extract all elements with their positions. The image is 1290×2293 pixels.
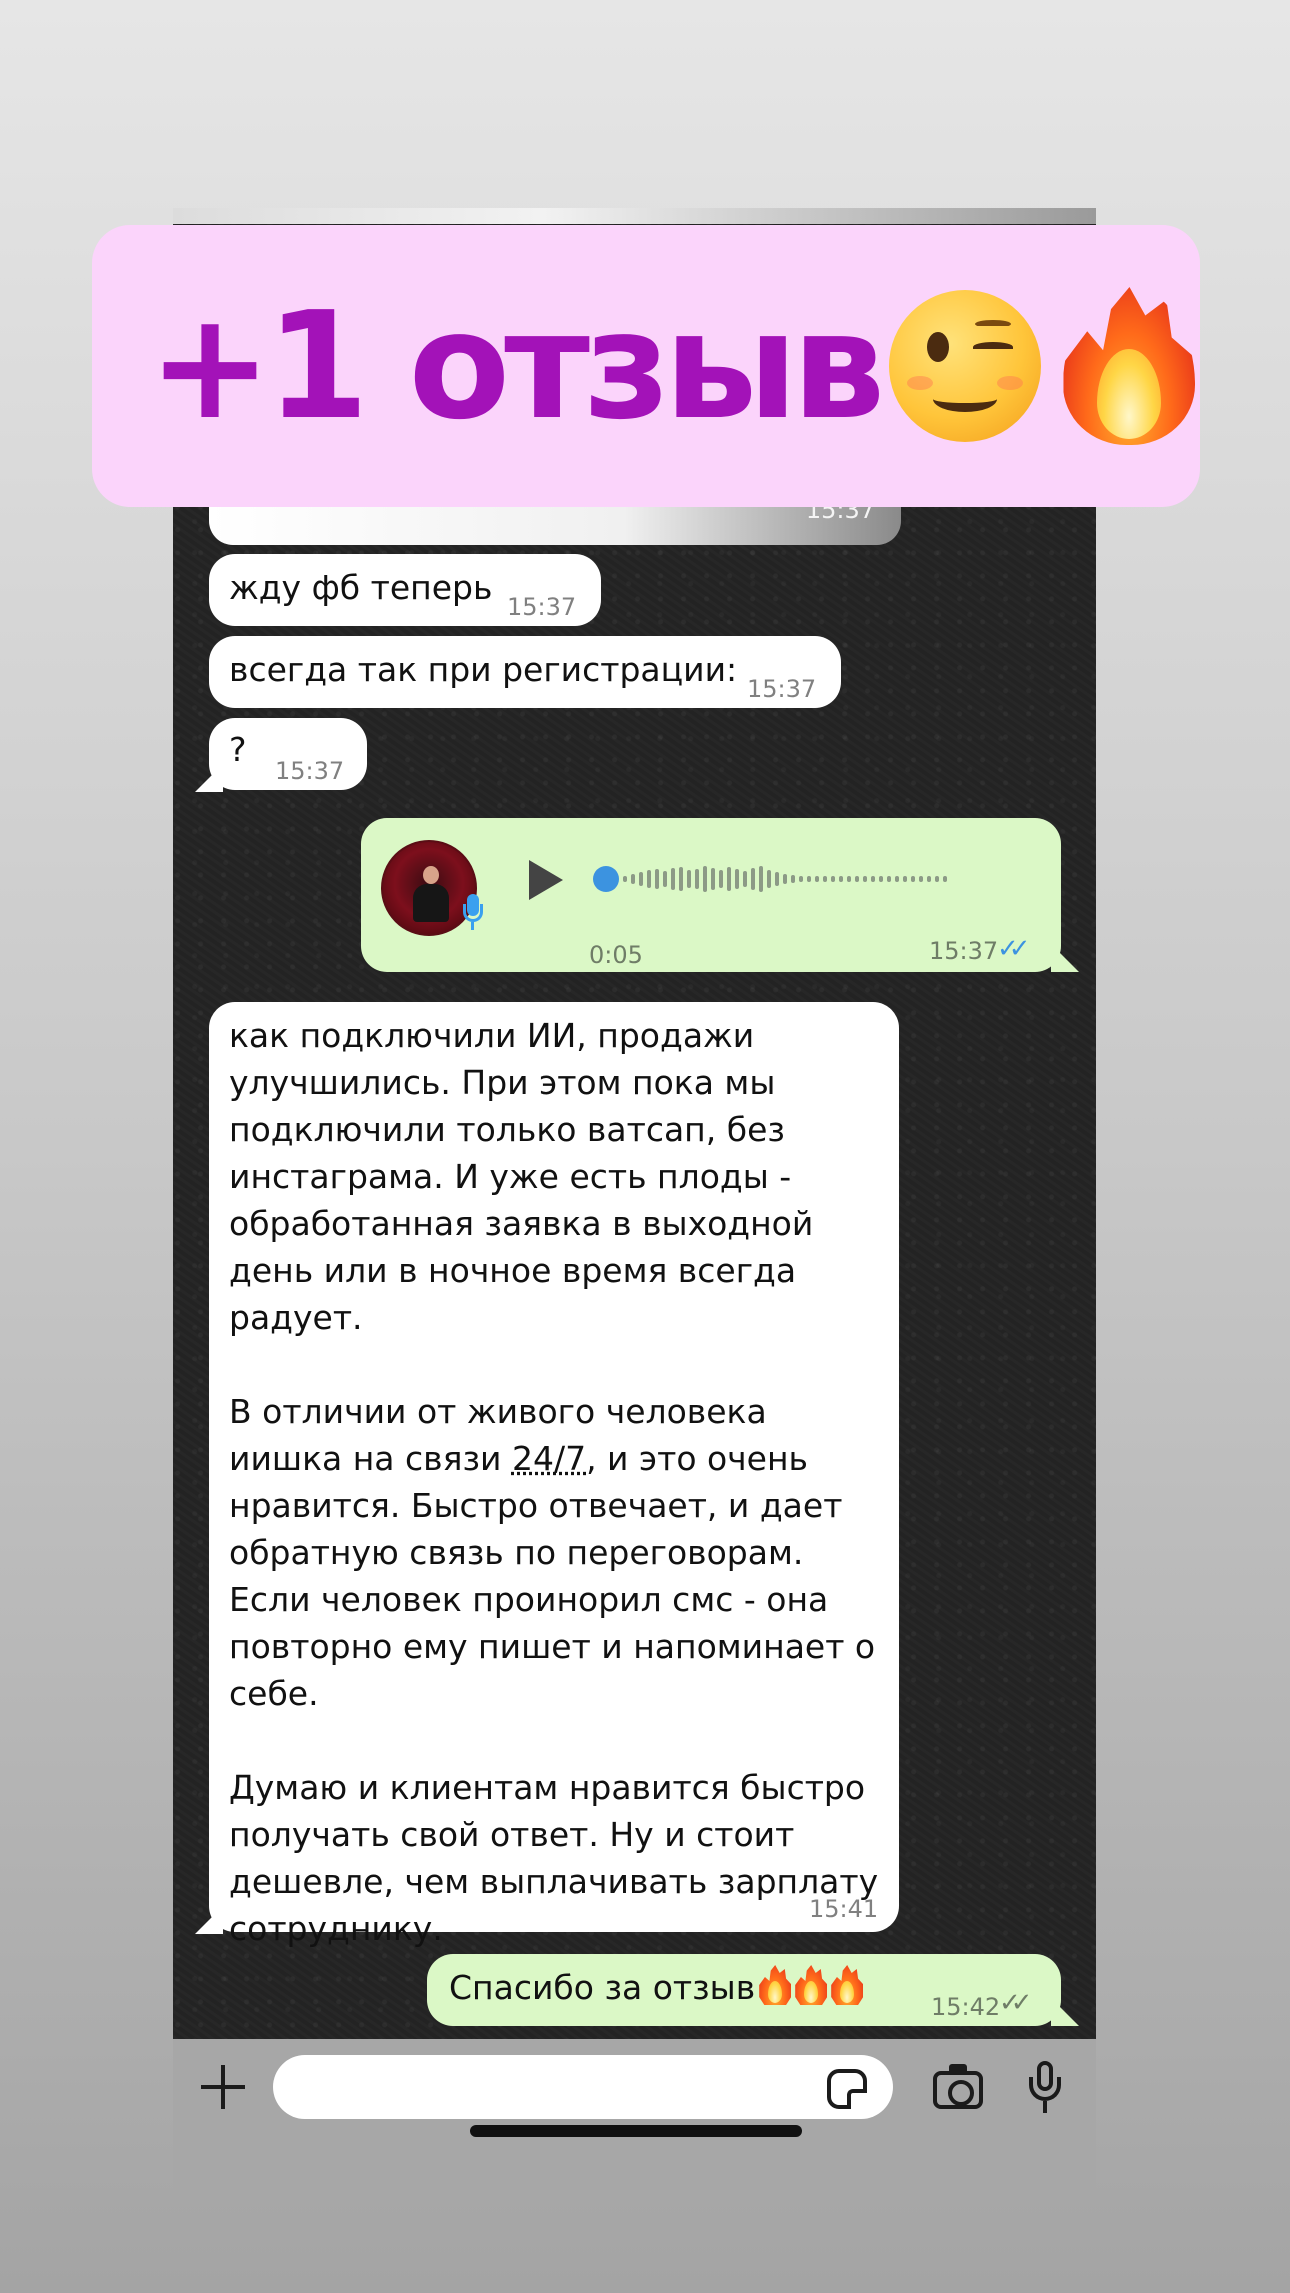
message-time: 15:42 — [931, 1993, 1001, 2021]
fire-emoji-icon — [795, 1965, 827, 2005]
plus-icon[interactable] — [201, 2065, 245, 2109]
waveform-bar — [687, 870, 691, 888]
waveform-bar — [863, 876, 867, 882]
waveform-bar — [823, 876, 827, 882]
waveform-bar — [895, 876, 899, 882]
waveform-bar — [783, 874, 787, 884]
sticker-icon[interactable] — [827, 2069, 867, 2109]
status-strip — [173, 208, 1096, 224]
waveform-bar — [775, 872, 779, 886]
message-input[interactable] — [273, 2055, 893, 2119]
waveform-bar — [911, 876, 915, 882]
waveform-bar — [807, 876, 811, 882]
waveform-bar — [943, 876, 947, 882]
waveform-bar — [799, 876, 803, 882]
banner-title: +1 отзыв — [148, 280, 885, 452]
waveform-bar — [767, 870, 771, 888]
waveform-bar — [719, 870, 723, 888]
message-text: ? — [229, 730, 247, 769]
waveform-bar — [631, 874, 635, 884]
playback-slider[interactable] — [593, 866, 619, 892]
detected-link[interactable]: 24/7 — [512, 1439, 586, 1478]
delivered-receipt-icon: ✓✓ — [999, 1988, 1032, 2018]
mic-icon — [461, 894, 483, 930]
voice-waveform[interactable] — [623, 858, 947, 900]
message-time: 15:37 — [507, 593, 577, 621]
voice-message-bubble[interactable]: 0:05 15:37 ✓✓ — [361, 818, 1061, 972]
message-paragraph: В отличии от живого человека иишка на св… — [229, 1388, 879, 1717]
waveform-bar — [711, 868, 715, 890]
message-time: 15:37 — [747, 675, 817, 703]
waveform-bar — [647, 870, 651, 888]
chat-screenshot: 15:37 жду фб теперь 15:37 всегда так при… — [173, 208, 1096, 2207]
message-input-bar — [173, 2039, 1096, 2207]
voice-duration: 0:05 — [589, 941, 643, 969]
waveform-bar — [623, 876, 627, 882]
waveform-bar — [743, 871, 747, 887]
fire-emoji-icon — [759, 1965, 791, 2005]
message-bubble[interactable]: ? 15:37 — [209, 718, 367, 790]
message-text: жду фб теперь — [229, 568, 493, 607]
waveform-bar — [919, 876, 923, 882]
message-paragraph: Думаю и клиентам нравится быстро получат… — [229, 1768, 879, 1948]
message-bubble[interactable]: жду фб теперь 15:37 — [209, 554, 601, 626]
avatar-person-head — [423, 866, 439, 884]
waveform-bar — [927, 876, 931, 882]
waveform-bar — [855, 876, 859, 882]
waveform-bar — [727, 867, 731, 891]
message-text: всегда так при регистрации: — [229, 650, 738, 689]
waveform-bar — [815, 876, 819, 882]
fire-emoji-icon — [831, 1965, 863, 2005]
waveform-bar — [655, 869, 659, 889]
message-body: как подключили ИИ, продажи улучшились. П… — [229, 1012, 879, 1952]
play-icon[interactable] — [529, 860, 563, 900]
avatar-person-body — [413, 884, 449, 922]
waveform-bar — [903, 876, 907, 882]
waveform-bar — [671, 868, 675, 890]
waveform-bar — [679, 867, 683, 891]
camera-icon[interactable] — [933, 2064, 983, 2109]
read-receipt-icon: ✓✓ — [997, 934, 1030, 964]
message-time: 15:37 — [275, 757, 345, 785]
waveform-bar — [839, 876, 843, 882]
message-bubble[interactable]: всегда так при регистрации: 15:37 — [209, 636, 841, 708]
waveform-bar — [879, 876, 883, 882]
review-banner: +1 отзыв — [92, 225, 1200, 507]
message-time: 15:37 — [929, 937, 999, 965]
waveform-bar — [935, 876, 939, 882]
waveform-bar — [871, 876, 875, 882]
home-indicator[interactable] — [470, 2125, 802, 2137]
message-text: Спасибо за отзыв — [449, 1964, 863, 2011]
waveform-bar — [735, 869, 739, 889]
waveform-bar — [703, 866, 707, 892]
waveform-bar — [847, 876, 851, 882]
waveform-bar — [695, 869, 699, 889]
waveform-bar — [791, 875, 795, 883]
message-time: 15:41 — [809, 1895, 879, 1923]
waveform-bar — [663, 871, 667, 887]
waveform-bar — [831, 876, 835, 882]
fire-emoji-icon — [1063, 287, 1196, 445]
message-text: , и это очень нравится. Быстро отвечает,… — [229, 1439, 876, 1713]
waveform-bar — [751, 868, 755, 890]
message-text-content: Спасибо за отзыв — [449, 1968, 756, 2007]
wink-emoji-icon — [889, 290, 1042, 442]
waveform-bar — [639, 872, 643, 886]
waveform-bar — [759, 866, 763, 892]
mic-icon[interactable] — [1025, 2061, 1065, 2117]
message-bubble[interactable]: Спасибо за отзыв 15:42 ✓✓ — [427, 1954, 1061, 2026]
waveform-bar — [887, 876, 891, 882]
message-bubble[interactable]: как подключили ИИ, продажи улучшились. П… — [209, 1002, 899, 1948]
message-paragraph: как подключили ИИ, продажи улучшились. П… — [229, 1016, 814, 1337]
